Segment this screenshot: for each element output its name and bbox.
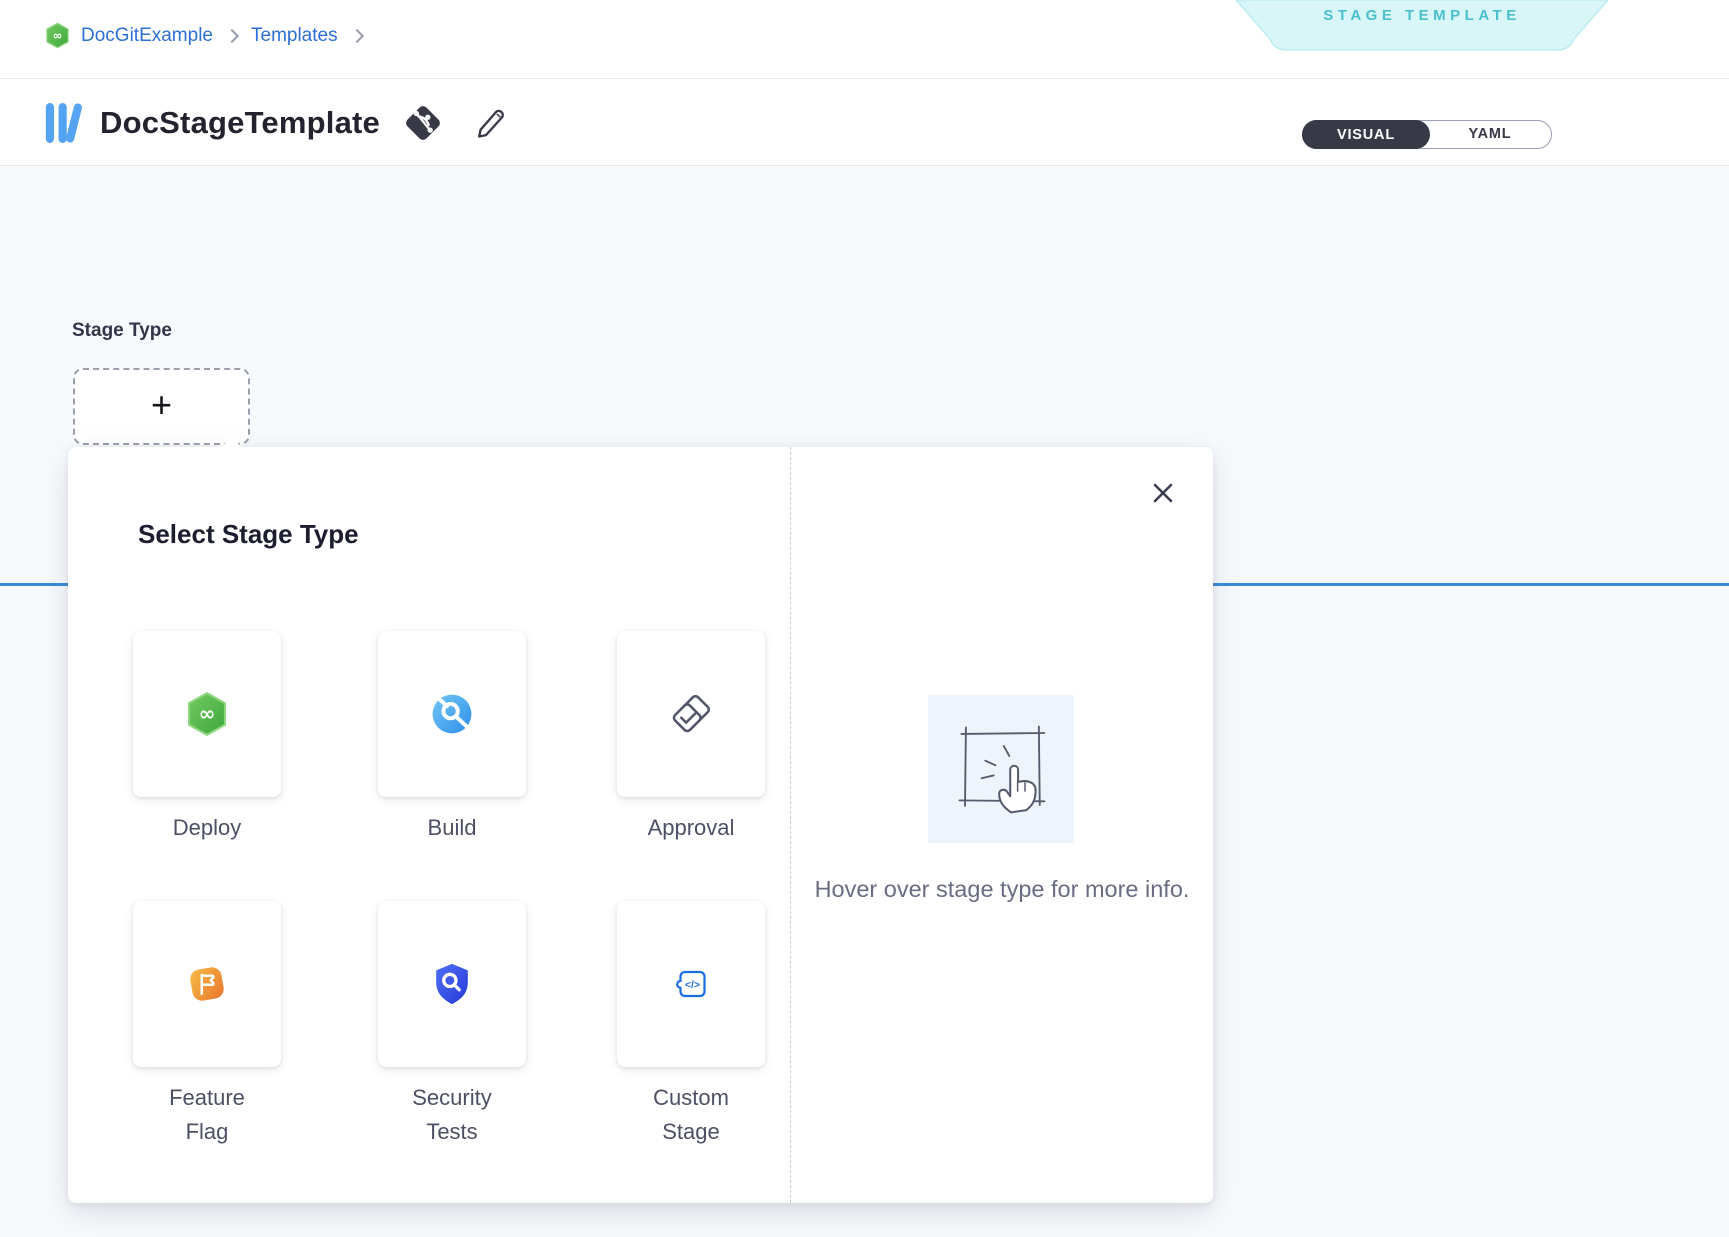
stage-card-security-tests[interactable]: [378, 901, 526, 1067]
svg-text:</>: </>: [685, 979, 700, 991]
approval-icon: [667, 690, 715, 738]
breadcrumb-link-project[interactable]: DocGitExample: [81, 25, 213, 47]
plus-icon: +: [151, 387, 172, 423]
stage-card-custom-stage[interactable]: </>: [617, 901, 765, 1067]
toggle-yaml[interactable]: YAML: [1429, 121, 1551, 147]
stage-card-build[interactable]: [378, 631, 526, 797]
stage-type-label: Stage Type: [72, 320, 172, 342]
edit-pencil-icon[interactable]: [472, 105, 508, 141]
feature-flag-icon: [183, 960, 231, 1008]
project-hexagon-icon: ∞: [44, 22, 71, 49]
stage-card-label: Security Tests: [357, 1081, 547, 1149]
security-tests-icon: [429, 961, 475, 1007]
git-sync-icon[interactable]: [402, 102, 444, 144]
custom-stage-icon: </>: [667, 960, 715, 1008]
hand-click-icon: [941, 709, 1061, 829]
stage-template-badge-label: STAGE TEMPLATE: [1232, 7, 1612, 24]
stage-template-badge: STAGE TEMPLATE: [1232, 0, 1612, 52]
page-title: DocStageTemplate: [100, 105, 380, 141]
hover-info-text: Hover over stage type for more info.: [810, 871, 1194, 907]
close-button[interactable]: [1149, 479, 1177, 507]
stage-card-label: Deploy: [112, 811, 302, 845]
add-stage-button[interactable]: +: [73, 368, 250, 445]
stage-card-approval[interactable]: [617, 631, 765, 797]
template-library-icon: [44, 98, 84, 148]
stage-card-feature-flag[interactable]: [133, 901, 281, 1067]
breadcrumb-link-templates[interactable]: Templates: [251, 25, 338, 47]
svg-text:∞: ∞: [199, 701, 216, 725]
view-mode-toggle: VISUAL YAML: [1302, 120, 1552, 149]
modal-divider: [790, 447, 791, 1203]
deploy-icon: ∞: [184, 691, 230, 737]
chevron-right-icon: [225, 28, 239, 42]
toggle-visual[interactable]: VISUAL: [1302, 120, 1430, 149]
stage-card-label: Approval: [596, 811, 786, 845]
close-icon: [1151, 481, 1175, 505]
svg-text:∞: ∞: [53, 28, 63, 42]
select-stage-type-modal: Select Stage Type ∞ Deploy: [68, 447, 1213, 1203]
breadcrumb: ∞ DocGitExample Templates: [44, 22, 366, 49]
hover-hint-illustration: [928, 695, 1074, 843]
build-icon: [429, 691, 475, 737]
stage-card-label: Feature Flag: [112, 1081, 302, 1149]
stage-template-editor: Stage Type + ∞ DocGitExample Templates: [0, 0, 1729, 1237]
stage-card-label: Custom Stage: [596, 1081, 786, 1149]
stage-card-label: Build: [357, 811, 547, 845]
chevron-right-icon: [350, 28, 364, 42]
stage-card-deploy[interactable]: ∞: [133, 631, 281, 797]
modal-title: Select Stage Type: [138, 519, 359, 550]
